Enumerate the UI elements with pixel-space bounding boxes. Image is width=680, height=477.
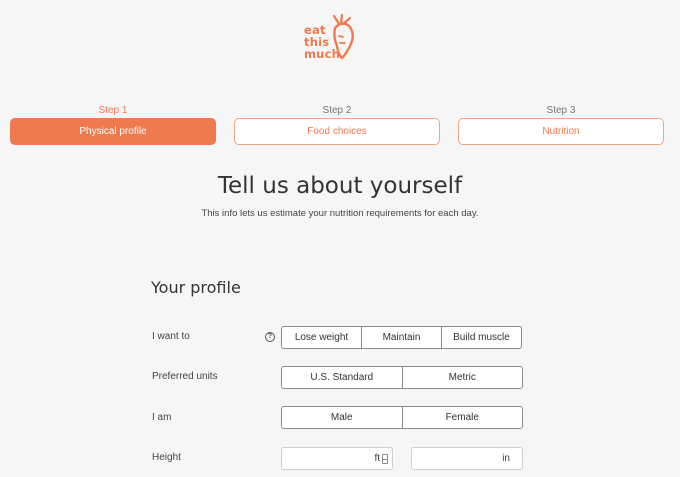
step-1: Step 1 Physical profile	[10, 104, 216, 145]
step-2-number: Step 2	[322, 105, 352, 116]
units-metric-button[interactable]: Metric	[403, 367, 523, 388]
goal-build-muscle-button[interactable]: Build muscle	[442, 327, 521, 348]
onboarding-steps: Step 1 Physical profile Step 2 Food choi…	[10, 104, 665, 146]
height-inches-input[interactable]: in	[411, 447, 523, 470]
step-1-number: Step 1	[98, 105, 128, 116]
goal-selector: Lose weight Maintain Build muscle	[281, 326, 522, 349]
sex-female-button[interactable]: Female	[403, 407, 523, 428]
feet-unit-label: ft	[374, 453, 380, 464]
feet-spinner-icon[interactable]	[382, 454, 388, 464]
question-circle-icon[interactable]: ?	[265, 332, 275, 342]
units-label: Preferred units	[152, 371, 218, 382]
height-label: Height	[152, 452, 181, 463]
goal-maintain-button[interactable]: Maintain	[362, 327, 442, 348]
sex-label: I am	[152, 412, 172, 423]
sex-male-button[interactable]: Male	[282, 407, 403, 428]
profile-section-title: Your profile	[151, 278, 241, 297]
inches-unit-label: in	[502, 453, 510, 464]
units-us-standard-button[interactable]: U.S. Standard	[282, 367, 403, 388]
step-3: Step 3 Nutrition	[458, 104, 664, 145]
sex-selector: Male Female	[281, 406, 523, 429]
step-2: Step 2 Food choices	[234, 104, 440, 145]
goal-label: I want to	[152, 331, 190, 342]
goal-lose-weight-button[interactable]: Lose weight	[282, 327, 362, 348]
step-3-number: Step 3	[546, 105, 576, 116]
page-title: Tell us about yourself	[217, 173, 463, 199]
step-nutrition-button[interactable]: Nutrition	[458, 118, 664, 145]
page-subtitle: This info lets us estimate your nutritio…	[201, 208, 479, 219]
height-feet-input[interactable]: ft	[281, 447, 393, 470]
units-selector: U.S. Standard Metric	[281, 366, 523, 389]
step-physical-profile-button[interactable]: Physical profile	[10, 118, 216, 145]
step-food-choices-button[interactable]: Food choices	[234, 118, 440, 145]
eat-this-much-logo[interactable]: eat this much	[304, 14, 366, 64]
carrot-icon	[332, 14, 354, 60]
